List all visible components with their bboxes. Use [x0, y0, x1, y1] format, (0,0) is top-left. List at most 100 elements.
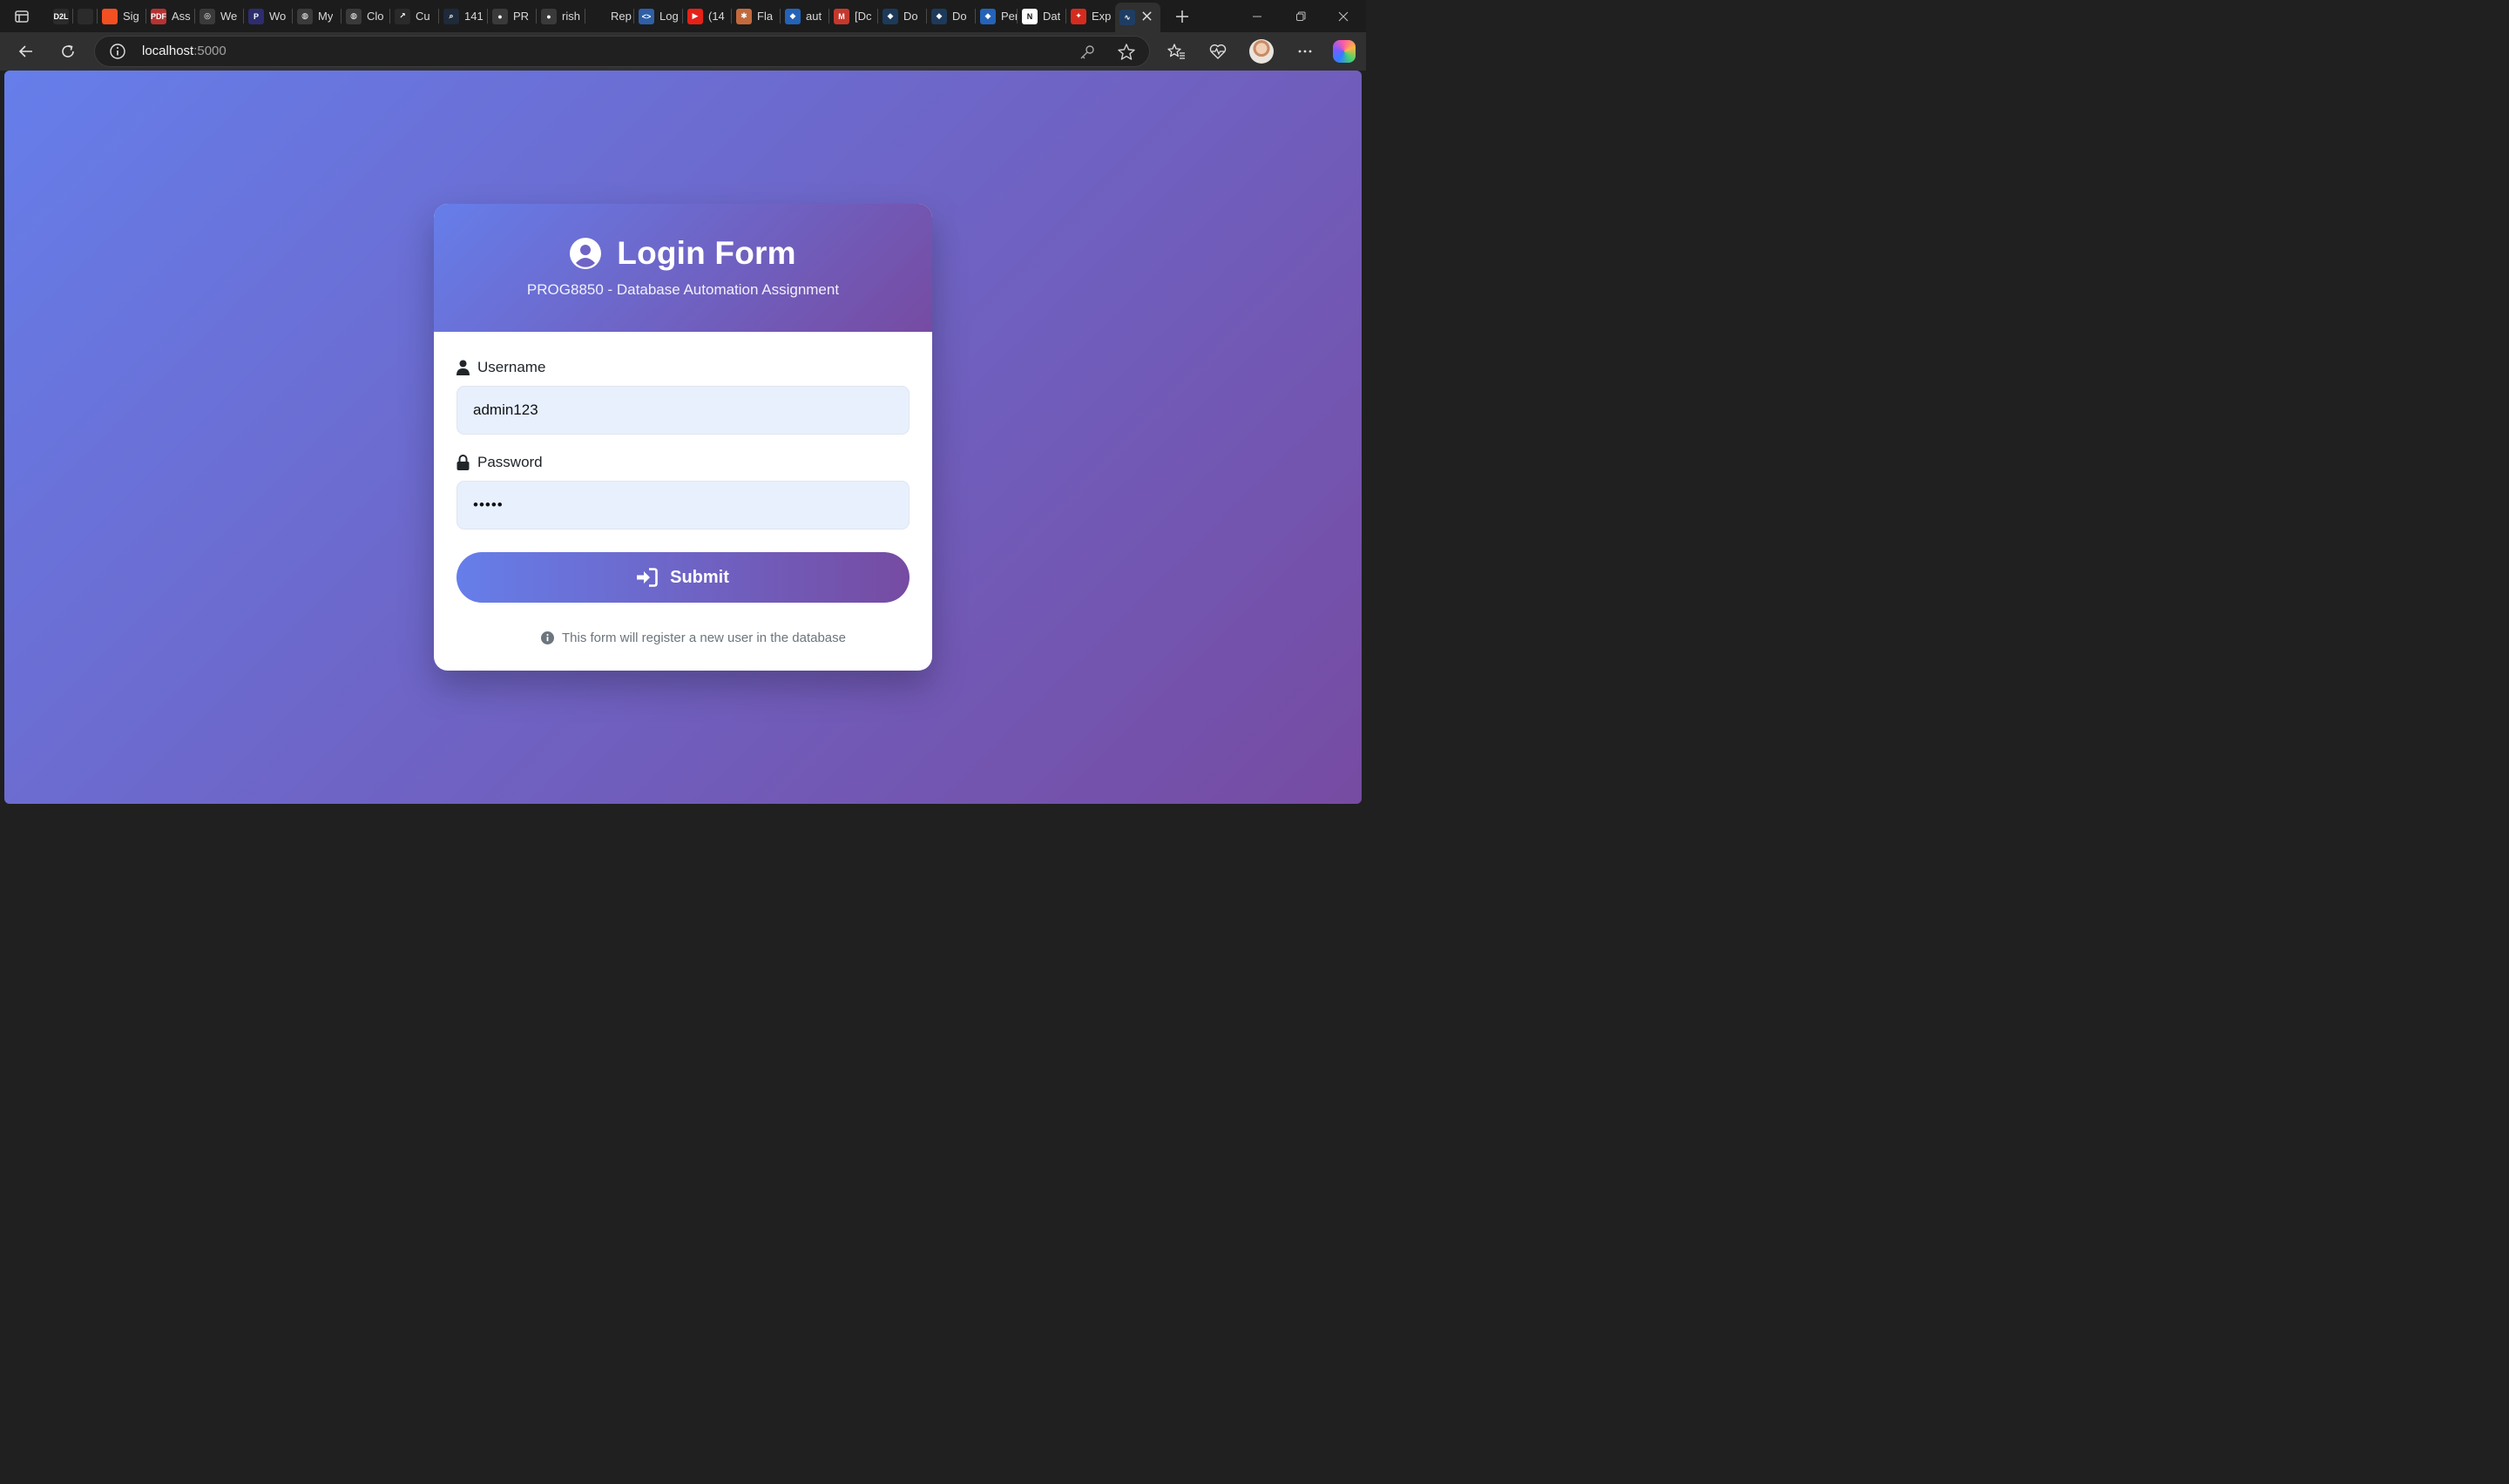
- tab-separator: [1065, 9, 1066, 24]
- key-icon[interactable]: [1078, 43, 1097, 62]
- tab-title: Log: [659, 10, 679, 23]
- code-icon: <>: [639, 8, 654, 24]
- back-button[interactable]: [13, 39, 39, 64]
- docker-icon: ◆: [931, 8, 947, 24]
- username-label-text: Username: [477, 359, 546, 375]
- minimize-button[interactable]: [1244, 5, 1270, 28]
- github-icon: ●: [492, 8, 508, 24]
- tab-separator: [780, 9, 781, 24]
- more-icon: [1298, 50, 1312, 53]
- youtube-icon: ▶: [687, 8, 703, 24]
- tab-title: Wo: [269, 10, 287, 23]
- tab-separator: [1017, 9, 1018, 24]
- url-text[interactable]: localhost:5000: [142, 44, 227, 58]
- close-tab-button[interactable]: [1138, 7, 1155, 24]
- edge-tab-icon: ∿: [1119, 10, 1135, 25]
- restore-button[interactable]: [1288, 5, 1314, 28]
- tab-title: (14: [708, 10, 725, 23]
- back-arrow-icon: [18, 45, 32, 57]
- profile-avatar[interactable]: [1249, 39, 1274, 64]
- user-icon: [456, 360, 470, 375]
- browser-tab[interactable]: ✦ Exp: [1066, 3, 1115, 29]
- tab-separator: [72, 9, 73, 24]
- globe-icon: ◍: [297, 8, 313, 24]
- browser-tab[interactable]: ◍ Clo: [342, 3, 390, 29]
- browser-essentials-button[interactable]: [1205, 39, 1231, 64]
- tab-title: PR: [513, 10, 530, 23]
- url-port: :5000: [193, 44, 227, 58]
- tab-title: Clo: [367, 10, 384, 23]
- tab-title: We: [220, 10, 238, 23]
- submit-button[interactable]: Submit: [456, 552, 910, 603]
- tab-title: Sig: [123, 10, 139, 23]
- reload-button[interactable]: [55, 39, 81, 64]
- browser-tab[interactable]: ↗ Cu: [390, 3, 439, 29]
- tab-separator: [487, 9, 488, 24]
- copilot-icon[interactable]: [1333, 40, 1356, 63]
- browser-tab[interactable]: ◆ Do: [878, 3, 927, 29]
- browser-tab[interactable]: ◆ Do: [927, 3, 976, 29]
- tab-separator: [536, 9, 537, 24]
- browser-tab[interactable]: ✱ Fla: [732, 3, 781, 29]
- tab-separator: [243, 9, 244, 24]
- username-input[interactable]: admin123: [456, 386, 910, 435]
- tab-actions-icon: [15, 10, 29, 23]
- tab-separator: [341, 9, 342, 24]
- favorite-star-icon[interactable]: [1116, 42, 1137, 63]
- browser-tab[interactable]: ◎ We: [195, 3, 244, 29]
- settings-more-button[interactable]: [1292, 39, 1318, 64]
- tab-separator: [292, 9, 293, 24]
- d2l-logo: D2L: [53, 8, 69, 24]
- tab-separator: [926, 9, 927, 24]
- favorites-button[interactable]: [1163, 39, 1189, 64]
- browser-tab[interactable]: N Dat: [1018, 3, 1066, 29]
- tab-separator: [975, 9, 976, 24]
- browser-tab[interactable]: PDF Ass: [146, 3, 195, 29]
- browser-tab[interactable]: ● rish: [537, 3, 585, 29]
- browser-tab[interactable]: D2L: [49, 3, 73, 29]
- close-icon: [1338, 11, 1349, 22]
- password-value: •••••: [473, 496, 504, 513]
- tab-title: Exp: [1092, 10, 1112, 23]
- lock-icon: [456, 455, 470, 470]
- favorites-icon: [1167, 44, 1185, 59]
- new-tab-button[interactable]: [1171, 5, 1194, 28]
- tab-separator: [877, 9, 878, 24]
- tab-title: Do: [952, 10, 967, 23]
- browser-tab[interactable]: ◆ Per: [976, 3, 1018, 29]
- browser-tab[interactable]: P Wo: [244, 3, 293, 29]
- browser-tab[interactable]: ● PR: [488, 3, 537, 29]
- info-note: This form will register a new user in th…: [434, 631, 932, 645]
- page-viewport: Login Form PROG8850 - Database Automatio…: [4, 71, 1362, 804]
- browser-tab[interactable]: Sig: [98, 3, 146, 29]
- feather-icon: ↗: [395, 8, 410, 24]
- password-label-text: Password: [477, 454, 543, 470]
- minimize-icon: [1253, 16, 1261, 17]
- browser-tab[interactable]: ◍ My: [293, 3, 342, 29]
- password-input[interactable]: •••••: [456, 481, 910, 530]
- browser-tab[interactable]: ◆ aut: [781, 3, 829, 29]
- browser-tab[interactable]: ▶ (14: [683, 3, 732, 29]
- site-info-icon[interactable]: [109, 43, 126, 60]
- browser-tab[interactable]: Rep: [585, 3, 634, 29]
- reload-icon: [62, 44, 74, 57]
- browser-tab[interactable]: M [Dc: [829, 3, 878, 29]
- user-circle-icon: [570, 238, 602, 269]
- tab-actions-button[interactable]: [9, 5, 35, 28]
- url-host: localhost: [142, 44, 194, 58]
- maple-leaf-icon: ✦: [1071, 8, 1086, 24]
- tab-separator: [682, 9, 683, 24]
- tab-title: Rep: [611, 10, 632, 23]
- openai-icon: ◎: [200, 8, 215, 24]
- browser-tab[interactable]: ⌕ 141: [439, 3, 488, 29]
- github-icon: ●: [541, 8, 557, 24]
- docker-icon: ◆: [785, 8, 801, 24]
- browser-tab[interactable]: <> Log: [634, 3, 683, 29]
- close-window-button[interactable]: [1330, 5, 1356, 28]
- tab-title: Do: [903, 10, 918, 23]
- browser-toolbar: localhost:5000: [0, 32, 1366, 71]
- browser-tab[interactable]: Ho: [73, 3, 98, 29]
- blank-icon: [590, 8, 605, 24]
- page-title: Login Form: [617, 235, 796, 271]
- address-bar[interactable]: localhost:5000: [94, 36, 1150, 67]
